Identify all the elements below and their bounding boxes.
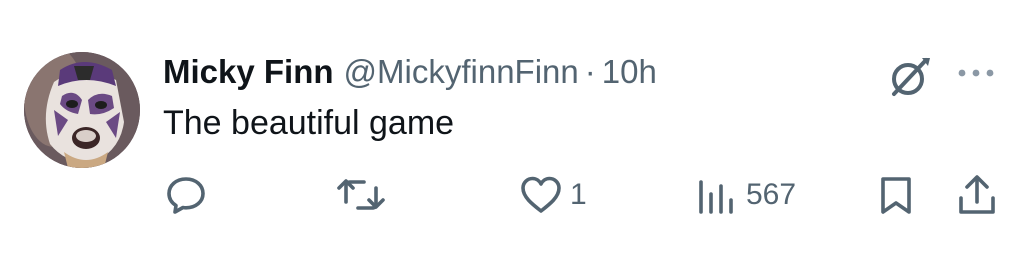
ellipsis-icon[interactable] xyxy=(954,58,998,88)
tweet-text: The beautiful game xyxy=(163,104,455,142)
tweet-header: Micky Finn @MickyfinnFinn · 10h xyxy=(163,50,657,94)
user-handle[interactable]: @MickyfinnFinn xyxy=(344,53,579,91)
display-name[interactable]: Micky Finn xyxy=(163,53,334,91)
avatar[interactable] xyxy=(24,52,140,168)
share-button[interactable] xyxy=(954,172,1000,218)
like-count: 1 xyxy=(570,178,587,211)
reply-button[interactable] xyxy=(163,172,215,218)
views-button[interactable]: 567 xyxy=(694,172,796,218)
bookmark-button[interactable] xyxy=(874,172,918,218)
separator-dot: · xyxy=(584,53,596,90)
timestamp[interactable]: 10h xyxy=(602,53,657,91)
tweet[interactable]: Micky Finn @MickyfinnFinn · 10h The beau… xyxy=(0,0,1024,267)
bookmark-icon xyxy=(881,177,911,214)
repost-button[interactable] xyxy=(334,172,394,218)
repost-arrows-icon xyxy=(337,179,385,210)
bar-chart-icon xyxy=(699,180,733,214)
speech-bubble-icon xyxy=(167,177,205,214)
heart-icon xyxy=(521,176,561,213)
luchador-mask-avatar-image xyxy=(24,52,140,168)
views-count: 567 xyxy=(746,178,797,211)
grok-slash-circle-icon[interactable] xyxy=(886,52,934,100)
share-upload-icon xyxy=(959,175,995,214)
like-button[interactable]: 1 xyxy=(518,172,587,218)
